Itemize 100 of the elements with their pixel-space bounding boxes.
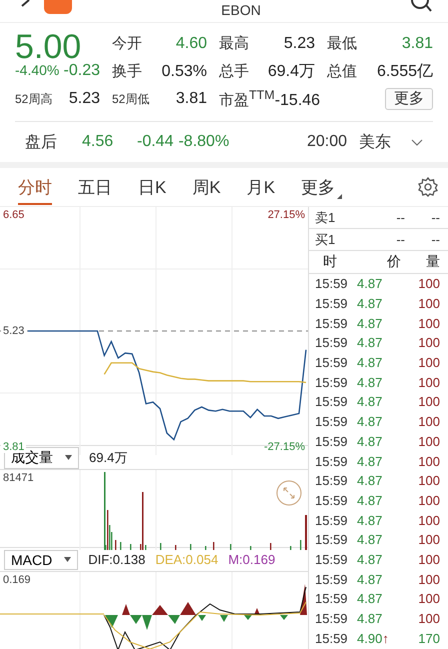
axis-label: 0.169 (3, 574, 31, 586)
chart-tab[interactable]: 五日 (78, 170, 112, 204)
volume-total: 69.4万 (89, 448, 128, 467)
trade-price: 4.87 (357, 454, 384, 469)
stat-label: 总值 (327, 62, 357, 80)
trade-time: 15:59 (315, 276, 349, 292)
trade-time: 15:59 (315, 532, 349, 548)
trade-price: 4.87 (357, 512, 384, 528)
trade-volume: 100 (417, 611, 440, 626)
after-hours-label: 盘后 (25, 132, 58, 152)
trade-time: 15:59 (315, 394, 349, 410)
trade-volume: 100 (417, 532, 440, 548)
trade-time: 15:59 (315, 492, 349, 508)
trade-price: 4.87 (357, 276, 384, 292)
trade-price: 4.87 (357, 591, 384, 606)
trade-time: 15:59 (315, 355, 349, 370)
order-price: -- (395, 232, 405, 247)
trade-price: 4.87 (357, 492, 384, 508)
trade-price: 4.87 (357, 611, 384, 626)
trade-volume: 100 (417, 434, 440, 449)
trade-time: 15:59 (315, 473, 349, 488)
axis-label: 5.23 (1, 325, 26, 337)
stat-label: 市盈$^{TTM}$ (219, 88, 275, 110)
trade-price: 4.87 (357, 335, 384, 350)
stat-label: 今开 (112, 34, 142, 52)
trade-price: 4.87 (357, 296, 384, 312)
stat-value: 3.81 (402, 34, 433, 52)
stat-value: -15.46 (274, 92, 320, 110)
trade-volume: 100 (417, 414, 440, 430)
stat-value: 5.23 (68, 90, 100, 108)
trade-price: 4.87 (357, 572, 384, 587)
m-value: M:0.169 (228, 552, 276, 568)
trade-volume: 100 (417, 355, 440, 370)
chevron-down-icon[interactable] (411, 138, 423, 146)
trade-volume: 100 (417, 512, 440, 528)
after-hours-change: -0.44 (137, 133, 174, 151)
chart-tab[interactable]: 分时 (18, 170, 52, 204)
change-percent: -4.40% (15, 62, 60, 78)
axis-label: 3.81 (1, 441, 26, 453)
trade-volume: 100 (417, 454, 440, 469)
trade-time: 15:59 (315, 572, 349, 587)
stat-label: 最低 (327, 34, 357, 52)
trade-time: 15:59 (315, 552, 349, 567)
chart-tab[interactable]: 月K (246, 170, 276, 204)
trade-time: 15:59 (315, 630, 349, 646)
trade-volume: 100 (417, 552, 440, 567)
order-volume: -- (430, 210, 440, 225)
stat-label: 52周高 (15, 91, 52, 108)
trade-volume: 100 (417, 296, 440, 312)
dif-value: DIF:0.138 (88, 552, 146, 568)
stat-label: 最高 (219, 34, 249, 52)
order-level: 卖1 (315, 208, 336, 226)
trade-time: 15:59 (315, 611, 349, 626)
chart-tab[interactable]: 周K (192, 170, 221, 204)
app-logo (44, 0, 72, 14)
axis-label: 27.15% (268, 209, 305, 221)
order-level: 买1 (315, 230, 336, 248)
caret-icon (64, 557, 72, 562)
axis-label: 81471 (3, 472, 34, 484)
trade-price: 4.87 (357, 434, 384, 449)
trade-price: 4.87 (357, 394, 384, 410)
time-zone: 美东 (359, 132, 391, 152)
stat-value: 5.23 (284, 34, 315, 52)
trade-time: 15:59 (315, 434, 349, 449)
column-header: 时 (322, 253, 338, 271)
trade-volume: 100 (417, 394, 440, 410)
trade-price: 4.87 (357, 355, 384, 370)
trade-time: 15:59 (315, 591, 349, 606)
last-price: 5.00 (15, 33, 82, 61)
trade-price: 4.87 (357, 552, 384, 567)
search-icon[interactable] (410, 0, 432, 12)
chart-tab[interactable]: 更多 (301, 170, 342, 204)
trade-volume: 100 (417, 374, 440, 390)
after-hours-percent: -8.80% (178, 133, 230, 151)
stat-label: 总手 (219, 62, 249, 80)
stat-label: 52周低 (112, 91, 150, 108)
stat-value: 4.60 (176, 34, 207, 52)
trade-price: 4.90↑ (357, 630, 390, 646)
trade-time: 15:59 (315, 512, 349, 528)
caret-icon (65, 455, 72, 460)
trade-volume: 100 (417, 276, 440, 292)
more-button[interactable]: 更多 (385, 88, 433, 110)
column-header: 量 (425, 253, 440, 271)
trade-volume: 170 (417, 630, 440, 646)
stat-value: 6.555亿 (376, 62, 433, 82)
after-hours-time: 20:00 (306, 133, 347, 151)
indicator-selector[interactable]: MACD (4, 550, 78, 570)
chart-tab[interactable]: 日K (138, 170, 166, 204)
dea-value: DEA:0.054 (155, 552, 218, 568)
trade-price: 4.87 (357, 374, 384, 390)
stock-symbol: EBON (221, 2, 261, 18)
trade-volume: 100 (417, 492, 440, 508)
column-header: 价 (386, 253, 402, 271)
settings-icon[interactable] (418, 177, 438, 197)
trade-price: 4.87 (357, 473, 384, 488)
trade-time: 15:59 (315, 454, 349, 469)
trade-volume: 100 (417, 335, 440, 350)
stat-label: 换手 (112, 62, 142, 80)
trade-time: 15:59 (315, 414, 349, 430)
stat-value: 3.81 (176, 90, 207, 108)
